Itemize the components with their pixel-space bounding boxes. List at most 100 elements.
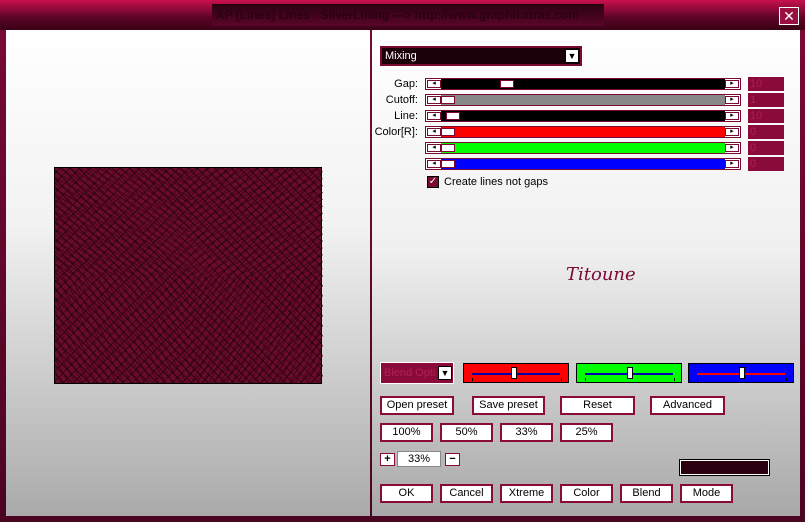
slider-control[interactable]: ◂ ▸	[425, 142, 741, 154]
slider-fill	[441, 159, 725, 169]
blend-color-slider[interactable]	[463, 363, 569, 383]
blend-options-value: Blend Opti	[384, 367, 436, 379]
blend-slider-thumb[interactable]	[627, 367, 633, 379]
color-swatch[interactable]	[679, 459, 770, 476]
arrow-right-icon[interactable]: ▸	[725, 160, 739, 168]
arrow-left-icon[interactable]: ◂	[427, 160, 441, 168]
slider-fill	[441, 111, 725, 121]
blend-options-select[interactable]: Blend Opti ▼	[380, 362, 454, 384]
slider-value-field[interactable]: 0	[748, 157, 784, 171]
zoom-33-button[interactable]: 33%	[500, 423, 553, 442]
zoom-level-field[interactable]: 33%	[397, 451, 441, 467]
slider-row: Cutoff: ◂ ▸ 1	[372, 93, 792, 107]
ok-button[interactable]: OK	[380, 484, 433, 503]
blend-color-slider[interactable]	[688, 363, 794, 383]
plugin-window: AP [Lines] Lines - SilverLining ---> htt…	[0, 0, 805, 522]
slider-row: ◂ ▸ 0	[372, 157, 792, 171]
slider-track[interactable]	[441, 127, 725, 137]
slider-label: Line:	[394, 110, 418, 122]
slider-value-field[interactable]: 10	[748, 109, 784, 123]
arrow-left-icon[interactable]: ◂	[427, 144, 441, 152]
mode-select-value: Mixing	[385, 50, 417, 62]
slider-fill	[441, 95, 725, 105]
slider-fill	[441, 127, 725, 137]
preview-quadrant	[55, 168, 189, 276]
arrow-left-icon[interactable]: ◂	[427, 80, 441, 88]
arrow-right-icon[interactable]: ▸	[725, 96, 739, 104]
zoom-100-button[interactable]: 100%	[380, 423, 433, 442]
blend-slider-tick	[674, 378, 675, 381]
xtreme-button[interactable]: Xtreme	[500, 484, 553, 503]
reset-button[interactable]: Reset	[560, 396, 635, 415]
slider-thumb[interactable]	[441, 144, 455, 152]
color-button[interactable]: Color	[560, 484, 613, 503]
slider-track[interactable]	[441, 159, 725, 169]
chevron-down-icon[interactable]: ▼	[438, 366, 452, 380]
arrow-right-icon[interactable]: ▸	[725, 80, 739, 88]
slider-track[interactable]	[441, 79, 725, 89]
slider-value-field[interactable]: 10	[748, 77, 784, 91]
arrow-right-icon[interactable]: ▸	[725, 144, 739, 152]
slider-thumb[interactable]	[441, 128, 455, 136]
arrow-left-icon[interactable]: ◂	[427, 128, 441, 136]
blend-slider-tick	[472, 378, 473, 381]
slider-control[interactable]: ◂ ▸	[425, 158, 741, 170]
zoom-in-button[interactable]: +	[380, 453, 395, 466]
preview-quadrant	[189, 168, 323, 276]
slider-label: Color[R]:	[374, 126, 418, 138]
slider-control[interactable]: ◂ ▸	[425, 126, 741, 138]
create-lines-label: Create lines not gaps	[444, 176, 548, 188]
open-preset-button[interactable]: Open preset	[380, 396, 454, 415]
slider-label: Gap:	[394, 78, 418, 90]
preview-quadrant	[189, 276, 323, 384]
blend-color-slider[interactable]	[576, 363, 682, 383]
create-lines-checkbox[interactable]: ✓	[427, 176, 439, 188]
arrow-left-icon[interactable]: ◂	[427, 112, 441, 120]
blend-slider-tick	[561, 378, 562, 381]
slider-label: Cutoff:	[385, 94, 418, 106]
preview-panel	[6, 30, 370, 516]
slider-value-field[interactable]: 0	[748, 125, 784, 139]
preview-image[interactable]	[54, 167, 323, 384]
arrow-left-icon[interactable]: ◂	[427, 96, 441, 104]
slider-fill	[441, 79, 725, 89]
blend-slider-thumb[interactable]	[511, 367, 517, 379]
mode-button[interactable]: Mode	[680, 484, 733, 503]
blend-slider-tick	[585, 378, 586, 381]
slider-control[interactable]: ◂ ▸	[425, 78, 741, 90]
settings-panel: Mixing ▼ Gap: ◂ ▸ 10 Cutoff: ◂ ▸ 1 Line: ◂ ▸ 10 Colo…	[372, 30, 800, 516]
cancel-button[interactable]: Cancel	[440, 484, 493, 503]
slider-thumb[interactable]	[500, 80, 514, 88]
slider-value-field[interactable]: 1	[748, 93, 784, 107]
zoom-50-button[interactable]: 50%	[440, 423, 493, 442]
save-preset-button[interactable]: Save preset	[472, 396, 545, 415]
blend-slider-tick	[697, 378, 698, 381]
close-button[interactable]: ✕	[779, 7, 799, 25]
slider-track[interactable]	[441, 143, 725, 153]
slider-thumb[interactable]	[441, 96, 455, 104]
slider-control[interactable]: ◂ ▸	[425, 94, 741, 106]
author-signature: Titoune	[566, 264, 636, 285]
slider-fill	[441, 143, 725, 153]
title-bar[interactable]: AP [Lines] Lines - SilverLining ---> htt…	[0, 0, 805, 30]
slider-row: ◂ ▸ 0	[372, 141, 792, 155]
slider-thumb[interactable]	[446, 112, 460, 120]
slider-control[interactable]: ◂ ▸	[425, 110, 741, 122]
preview-quadrant	[55, 276, 189, 384]
zoom-out-button[interactable]: −	[445, 453, 460, 466]
blend-button[interactable]: Blend	[620, 484, 673, 503]
blend-slider-thumb[interactable]	[739, 367, 745, 379]
arrow-right-icon[interactable]: ▸	[725, 112, 739, 120]
blend-slider-tick	[786, 378, 787, 381]
slider-track[interactable]	[441, 95, 725, 105]
slider-thumb[interactable]	[441, 160, 455, 168]
arrow-right-icon[interactable]: ▸	[725, 128, 739, 136]
chevron-down-icon[interactable]: ▼	[565, 49, 579, 63]
window-title: AP [Lines] Lines - SilverLining ---> htt…	[212, 4, 604, 26]
mode-select[interactable]: Mixing ▼	[380, 46, 582, 66]
zoom-25-button[interactable]: 25%	[560, 423, 613, 442]
slider-track[interactable]	[441, 111, 725, 121]
advanced-button[interactable]: Advanced	[650, 396, 725, 415]
slider-row: Color[R]: ◂ ▸ 0	[372, 125, 792, 139]
slider-value-field[interactable]: 0	[748, 141, 784, 155]
